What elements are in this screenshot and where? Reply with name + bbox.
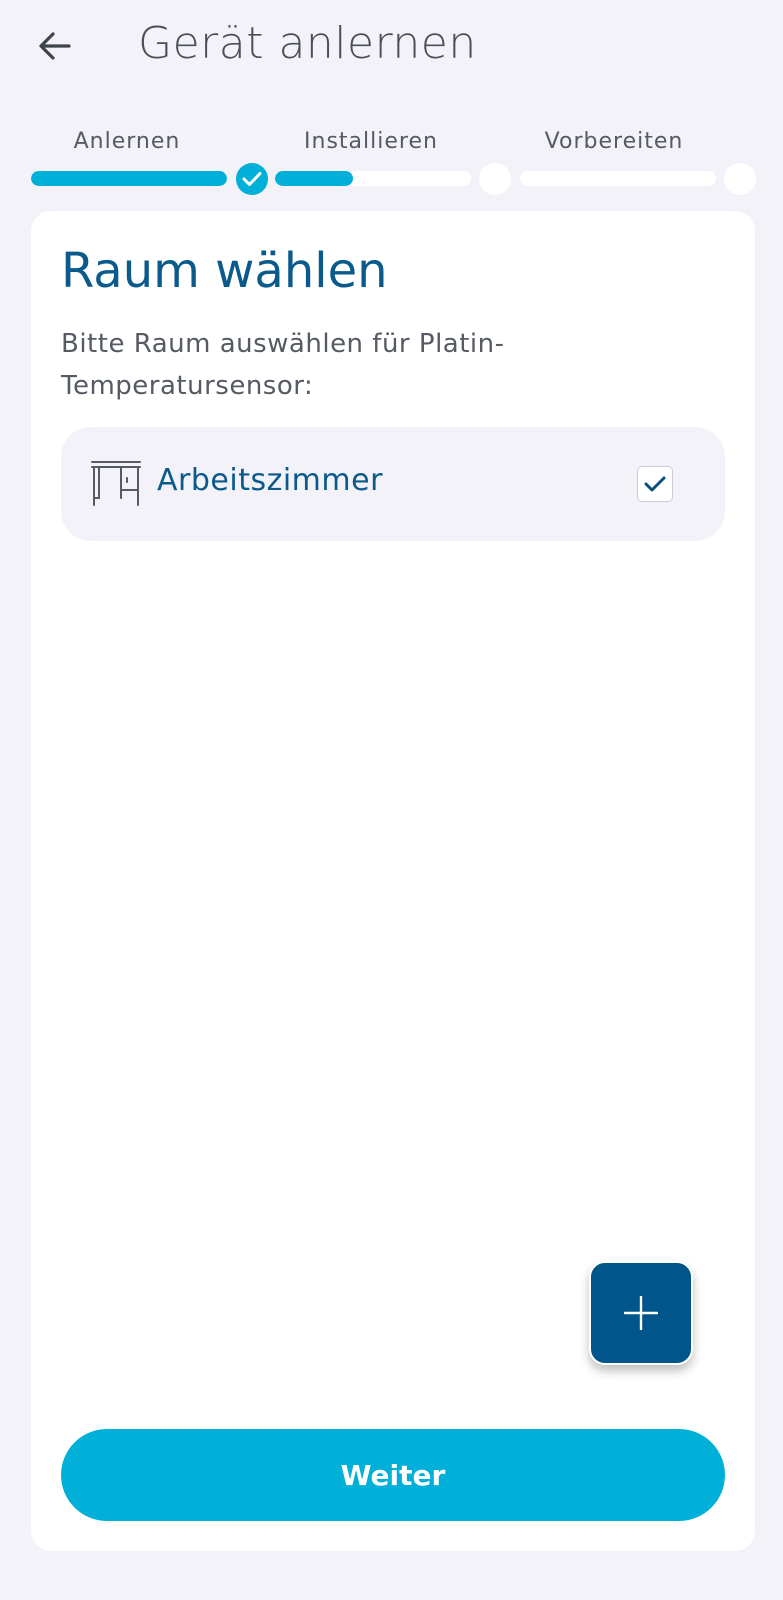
step-progress-bar-anlernen <box>31 171 227 186</box>
app-header: Gerät anlernen <box>0 0 783 95</box>
next-button[interactable]: Weiter <box>61 1429 725 1521</box>
step-pending-indicator <box>479 163 511 195</box>
room-list-item[interactable]: Arbeitszimmer <box>61 427 725 541</box>
step-label-anlernen: Anlernen <box>73 129 181 154</box>
add-room-button[interactable] <box>589 1261 693 1365</box>
arrow-left-icon <box>39 32 71 60</box>
room-selection-card: Raum wählen Bitte Raum auswählen für Pla… <box>31 211 755 1551</box>
desk-icon <box>91 461 141 506</box>
step-progress-fill <box>275 171 354 186</box>
back-button[interactable] <box>30 22 78 70</box>
plus-icon <box>624 1296 658 1330</box>
check-icon <box>242 172 262 186</box>
step-complete-indicator <box>236 163 268 195</box>
check-icon <box>644 476 666 492</box>
step-label-vorbereiten: Vorbereiten <box>544 129 684 154</box>
step-pending-indicator <box>724 163 756 195</box>
step-progress-bar-installieren <box>275 171 471 186</box>
page-title: Gerät anlernen <box>138 18 477 69</box>
card-title: Raum wählen <box>61 243 388 299</box>
card-description: Bitte Raum auswählen für Platin-Temperat… <box>61 329 505 401</box>
progress-stepper: Anlernen Installieren Vorbereiten <box>0 125 783 195</box>
step-label-installieren: Installieren <box>304 129 438 154</box>
step-progress-bar-vorbereiten <box>520 171 716 186</box>
room-checkbox[interactable] <box>637 466 673 502</box>
room-label: Arbeitszimmer <box>157 463 383 498</box>
step-progress-fill <box>31 171 227 186</box>
